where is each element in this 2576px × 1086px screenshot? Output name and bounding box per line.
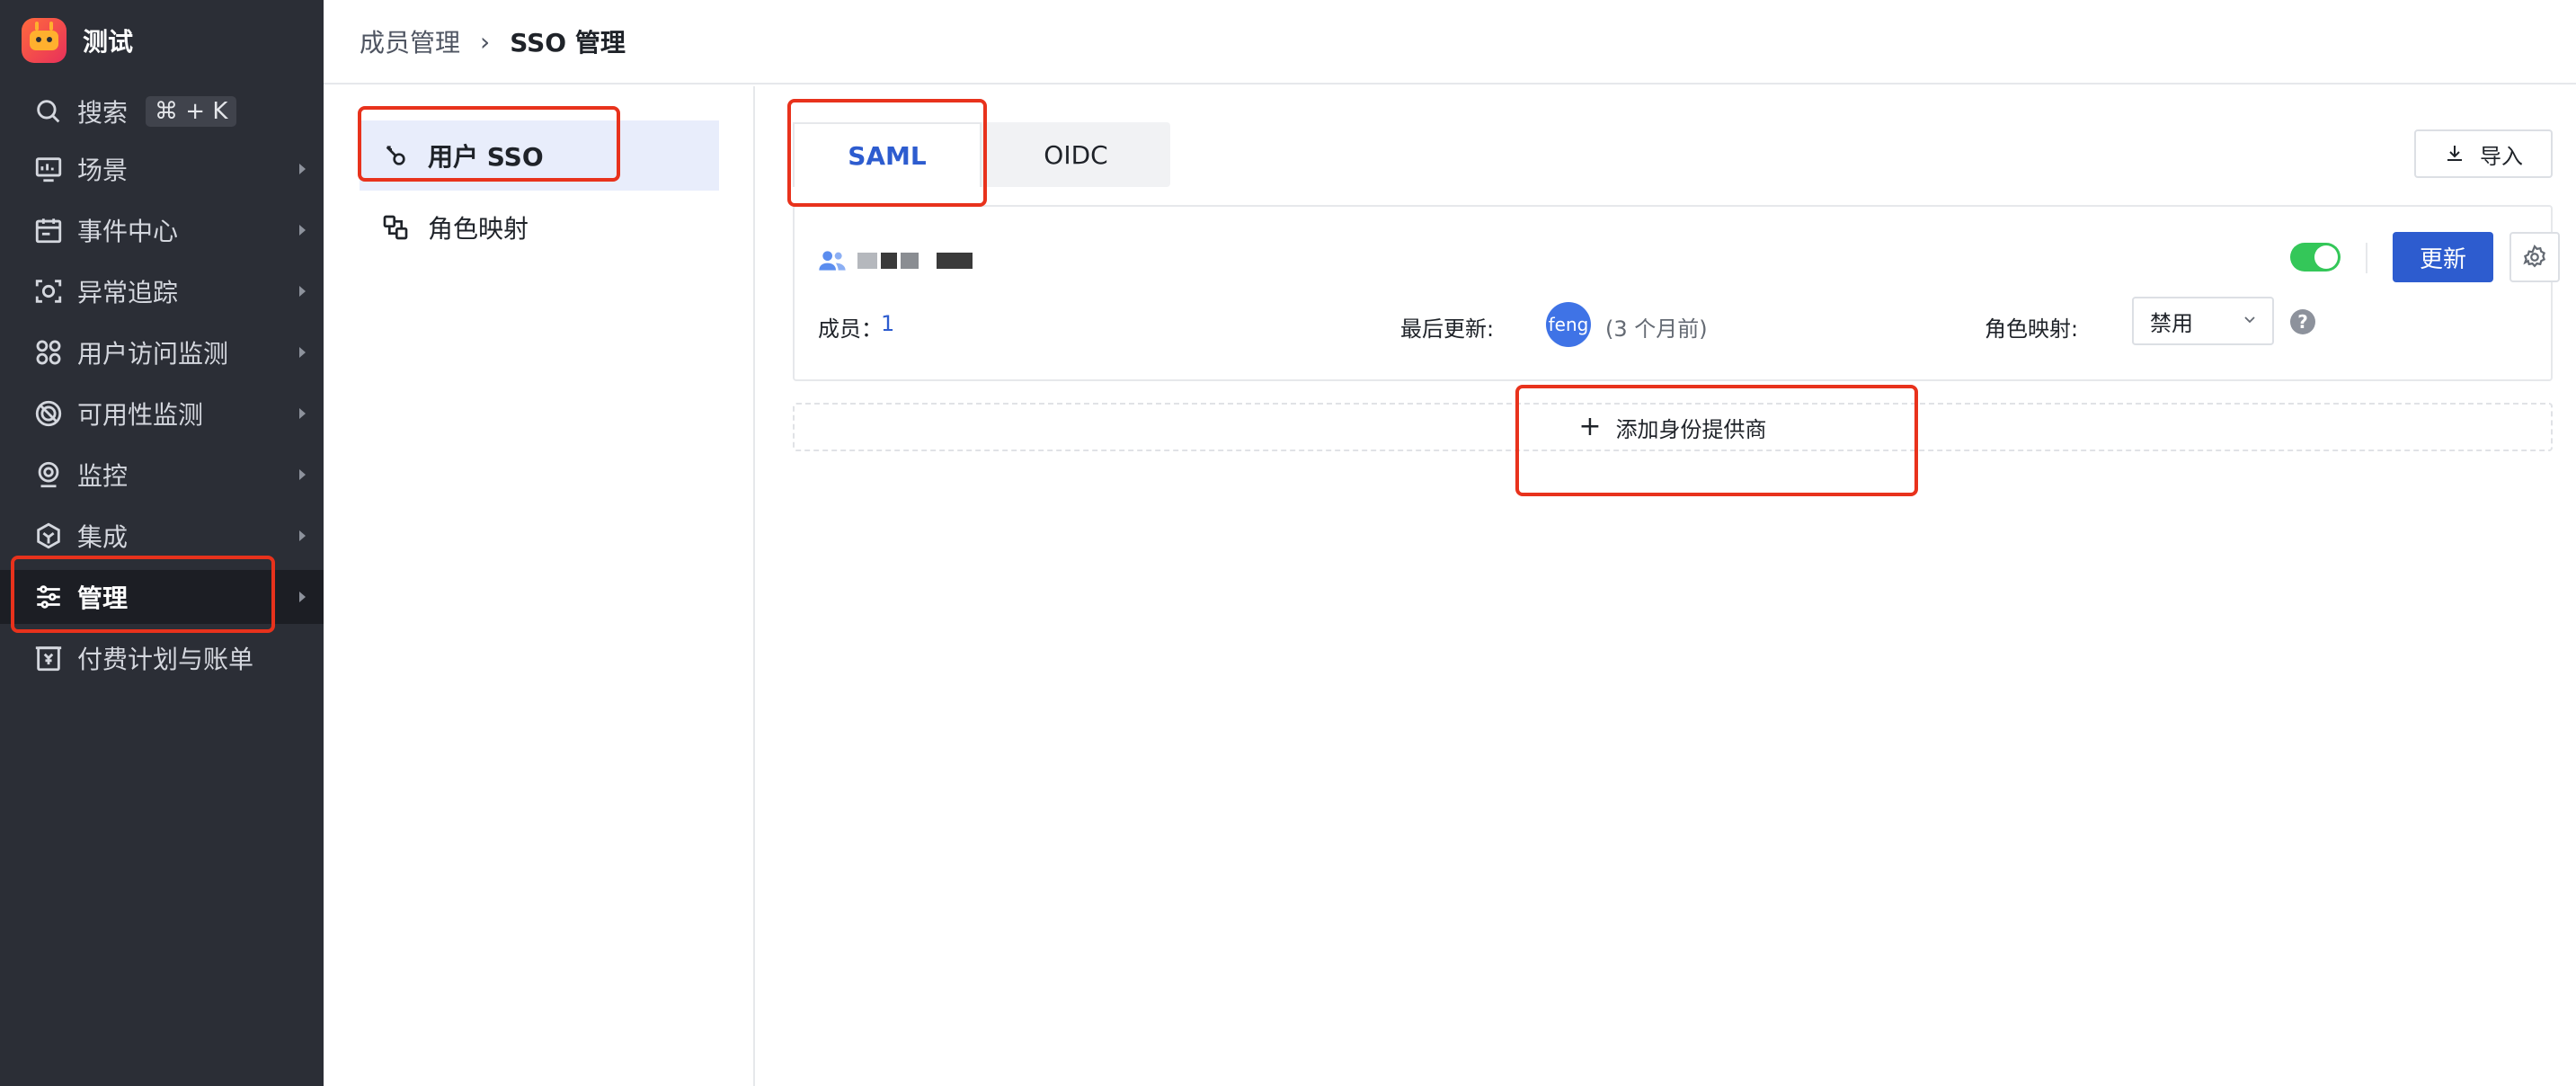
import-button[interactable]: 导入 [2414, 129, 2553, 178]
role-mapping-value: 禁用 [2150, 310, 2193, 336]
main-content: SAML OIDC 导入 更新 成员： 1 最后更新: feng (3 个月前)… [757, 86, 2576, 1086]
sidebar-item-management[interactable]: 管理 [0, 570, 324, 624]
sidebar-item-exceptions[interactable]: 异常追踪 [0, 264, 324, 318]
expand-arrow-icon [299, 469, 306, 480]
divider [2366, 243, 2367, 273]
app-root: 测试 搜索 ⌘ + K 场景 事件中心 异常追踪 用户访问监测 可用性监测 监控… [0, 0, 2576, 1086]
brand[interactable]: 测试 [22, 18, 133, 63]
scan-icon [32, 275, 65, 307]
sidebar-item-label: 场景 [77, 156, 129, 185]
chevron-down-icon [2244, 316, 2255, 324]
sidebar-item-monitor[interactable]: 监控 [0, 448, 324, 502]
redacted-name-mark [937, 253, 973, 269]
plus-icon: + [1578, 411, 1602, 442]
subnav-item-label: 用户 SSO [428, 142, 544, 172]
subnav-item-user-sso[interactable]: 用户 SSO [360, 120, 719, 191]
sidebar-item-label: 监控 [77, 461, 129, 491]
sidebar-item-label: 付费计划与账单 [77, 645, 254, 674]
expand-arrow-icon [299, 530, 306, 541]
sidebar-item-label: 可用性监测 [77, 400, 204, 430]
sidebar-item-availability[interactable]: 可用性监测 [0, 387, 324, 441]
sidebar-item-label: 集成 [77, 522, 129, 552]
breadcrumb-separator: › [480, 26, 491, 57]
redacted-name-mark [857, 253, 877, 269]
role-mapping-label: 角色映射: [1985, 316, 2079, 342]
members-count[interactable]: 1 [881, 311, 894, 336]
sidebar-item-scenes[interactable]: 场景 [0, 142, 324, 196]
add-provider-label: 添加身份提供商 [1615, 416, 1767, 442]
breadcrumb: 成员管理 › SSO 管理 [324, 0, 2576, 85]
search-icon [32, 95, 65, 128]
identity-provider-card: 更新 成员： 1 最后更新: feng (3 个月前) 角色映射: 禁用 ? [793, 205, 2560, 381]
gear-icon [2523, 245, 2546, 268]
download-icon [2447, 146, 2462, 161]
sidebar-item-billing[interactable]: 付费计划与账单 [0, 631, 324, 685]
users-icon [819, 251, 846, 271]
sidebar-search[interactable]: 搜索 ⌘ + K [0, 85, 324, 138]
role-mapping-icon [379, 211, 412, 244]
sidebar-item-label: 事件中心 [77, 217, 179, 246]
avatar: feng [1546, 302, 1591, 347]
settings-button[interactable] [2509, 232, 2560, 282]
breadcrumb-members[interactable]: 成员管理 [360, 23, 460, 59]
sso-tabs: SAML OIDC [793, 122, 1170, 187]
redacted-name-mark [881, 253, 897, 269]
provider-name [818, 243, 976, 279]
expand-arrow-icon [299, 592, 306, 602]
camera-icon [32, 458, 65, 491]
provider-enable-toggle[interactable] [2290, 243, 2341, 272]
app-logo-icon [22, 18, 67, 63]
key-icon [379, 139, 412, 172]
tab-saml[interactable]: SAML [793, 122, 982, 187]
expand-arrow-icon [299, 347, 306, 358]
subnav-item-role-mapping[interactable]: 角色映射 [360, 192, 719, 263]
grid-icon [32, 336, 65, 369]
workspace-title: 测试 [83, 27, 134, 57]
last-update-label: 最后更新: [1400, 316, 1495, 342]
add-identity-provider-button[interactable]: + 添加身份提供商 [793, 403, 2553, 451]
sso-subnav: 用户 SSO 角色映射 [324, 86, 755, 1086]
last-update-time: (3 个月前) [1605, 316, 1708, 342]
calendar-icon [32, 214, 65, 246]
billing-icon [32, 642, 65, 674]
sidebar-item-rum[interactable]: 用户访问监测 [0, 325, 324, 379]
sidebar-item-label: 管理 [77, 583, 129, 613]
expand-arrow-icon [299, 408, 306, 419]
sliders-icon [32, 581, 65, 613]
page-title: SSO 管理 [510, 28, 626, 58]
sidebar-item-events[interactable]: 事件中心 [0, 203, 324, 257]
cube-icon [32, 520, 65, 552]
sidebar: 测试 搜索 ⌘ + K 场景 事件中心 异常追踪 用户访问监测 可用性监测 监控… [0, 0, 324, 1086]
expand-arrow-icon [299, 164, 306, 174]
tab-oidc[interactable]: OIDC [982, 122, 1170, 187]
members-label: 成员： [818, 316, 883, 342]
expand-arrow-icon [299, 225, 306, 236]
expand-arrow-icon [299, 286, 306, 297]
role-mapping-select[interactable]: 禁用 [2132, 297, 2274, 345]
import-label: 导入 [2480, 143, 2523, 169]
redacted-name-mark [901, 253, 919, 269]
help-icon[interactable]: ? [2290, 309, 2315, 334]
monitor-icon [32, 153, 65, 185]
search-label: 搜索 [77, 98, 129, 128]
sidebar-item-label: 用户访问监测 [77, 339, 229, 369]
update-button[interactable]: 更新 [2393, 232, 2493, 282]
subnav-item-label: 角色映射 [428, 214, 529, 244]
target-icon [32, 397, 65, 430]
search-shortcut: ⌘ + K [146, 96, 237, 127]
sidebar-item-label: 异常追踪 [77, 278, 179, 307]
sidebar-item-integrations[interactable]: 集成 [0, 509, 324, 563]
